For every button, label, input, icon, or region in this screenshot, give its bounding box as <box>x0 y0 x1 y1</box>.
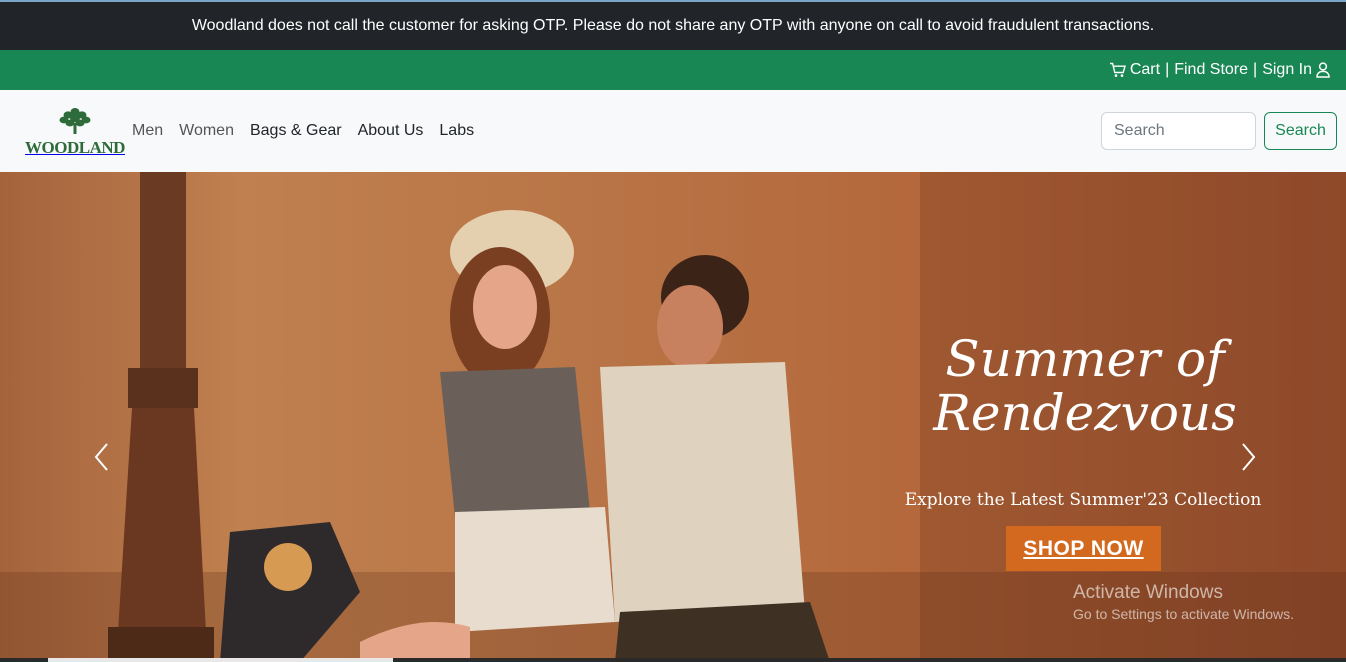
tree-icon <box>55 107 95 140</box>
nav-link-men[interactable]: Men <box>132 122 163 140</box>
nav-link-bags-gear[interactable]: Bags & Gear <box>250 122 342 140</box>
find-store-link[interactable]: Find Store <box>1174 61 1248 79</box>
hero-headline: Summer of Rendezvous <box>905 332 1265 440</box>
windows-activation-watermark: Activate Windows Go to Settings to activ… <box>1073 582 1294 622</box>
watermark-title: Activate Windows <box>1073 582 1223 603</box>
watermark-subtitle: Go to Settings to activate Windows. <box>1073 606 1294 622</box>
carousel-prev-button[interactable] <box>92 442 112 472</box>
chevron-right-icon <box>1238 443 1258 476</box>
nav-link-about-us[interactable]: About Us <box>358 122 424 140</box>
separator: | <box>1165 61 1170 78</box>
search-input[interactable] <box>1101 112 1256 150</box>
otp-notice-bar: Woodland does not call the customer for … <box>0 2 1346 50</box>
chevron-left-icon <box>92 443 112 476</box>
nav-link-labs[interactable]: Labs <box>439 122 474 140</box>
sign-in-label: Sign In <box>1262 61 1312 78</box>
carousel-next-button[interactable] <box>1238 442 1258 472</box>
hero-headline-line: Rendezvous <box>933 384 1237 442</box>
sign-in-link[interactable]: Sign In <box>1262 61 1330 79</box>
carousel-indicators <box>0 658 1346 662</box>
search-button[interactable]: Search <box>1264 112 1337 150</box>
hero-carousel: Summer of Rendezvous Explore the Latest … <box>0 172 1346 662</box>
cart-icon <box>1109 62 1127 78</box>
carousel-indicator-active[interactable] <box>48 658 393 662</box>
woodland-logo[interactable]: WOODLAND <box>25 107 125 157</box>
main-navbar: WOODLAND Men Women Bags & Gear About Us … <box>0 90 1346 172</box>
hero-photo <box>108 172 830 662</box>
search-form: Search <box>1101 112 1337 150</box>
user-icon <box>1316 62 1330 78</box>
hero-headline-line: Summer of <box>945 330 1225 388</box>
logo-wordmark: WOODLAND <box>25 138 125 157</box>
hero-subline: Explore the Latest Summer'23 Collection <box>904 490 1262 510</box>
separator: | <box>1253 61 1258 78</box>
cart-link[interactable]: Cart <box>1109 61 1160 79</box>
nav-link-women[interactable]: Women <box>179 122 234 140</box>
account-bar: Cart | Find Store | Sign In <box>0 50 1346 90</box>
primary-nav: Men Women Bags & Gear About Us Labs <box>132 122 490 140</box>
cart-label: Cart <box>1129 61 1161 78</box>
shop-now-button[interactable]: SHOP NOW <box>1006 526 1161 571</box>
otp-notice-text: Woodland does not call the customer for … <box>191 17 1155 34</box>
